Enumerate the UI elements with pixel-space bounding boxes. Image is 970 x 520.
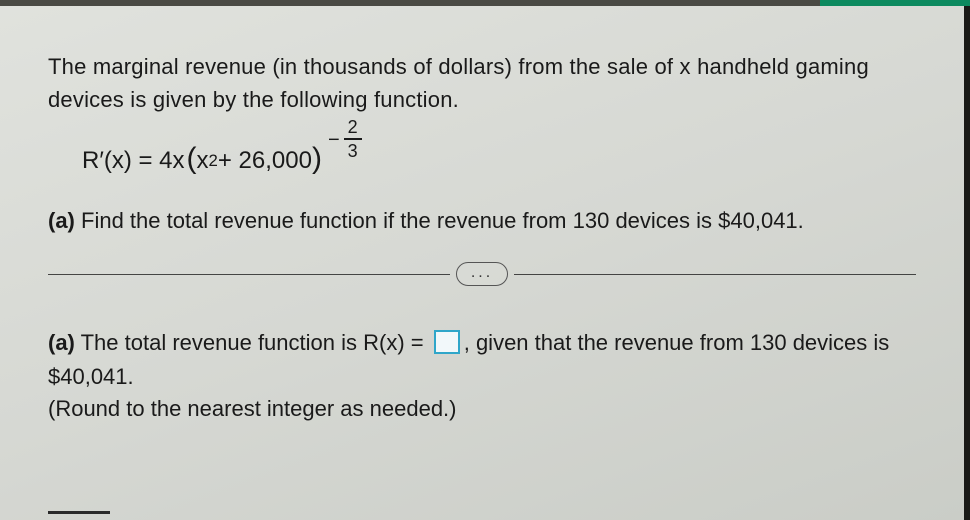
part-a-text: Find the total revenue function if the r… — [75, 208, 804, 233]
separator-line-left — [48, 274, 450, 275]
formula-paren-close: ) — [312, 142, 322, 176]
answer-sentence: (a) The total revenue function is R(x) =… — [48, 326, 916, 394]
formula-outer-exponent: − 2 3 — [328, 118, 362, 160]
separator-row: ... — [48, 262, 916, 286]
formula-plus-constant: + 26,000 — [218, 147, 312, 175]
answer-before-box: The total revenue function is R(x) = — [75, 330, 430, 355]
formula-x-exponent: 2 — [209, 151, 218, 171]
exp-neg-sign: − — [328, 129, 340, 152]
question-intro: The marginal revenue (in thousands of do… — [48, 50, 916, 116]
formula-paren-open: ( — [187, 142, 197, 176]
problem-sheet: The marginal revenue (in thousands of do… — [0, 0, 970, 520]
bottom-accent — [48, 511, 110, 514]
formula-lhs: R′(x) = 4x — [82, 147, 185, 175]
round-note: (Round to the nearest integer as needed.… — [48, 396, 916, 422]
part-a-label: (a) — [48, 208, 75, 233]
formula-x: x — [197, 147, 209, 175]
exp-denominator: 3 — [344, 140, 362, 160]
answer-label: (a) — [48, 330, 75, 355]
separator-line-right — [514, 274, 916, 275]
exp-fraction: 2 3 — [344, 118, 362, 160]
part-a-prompt: (a) Find the total revenue function if t… — [48, 208, 916, 234]
more-button[interactable]: ... — [456, 262, 508, 286]
formula: R′(x) = 4x ( x2 + 26,000 ) − 2 3 — [82, 140, 916, 182]
exp-numerator: 2 — [344, 118, 362, 138]
answer-input[interactable] — [434, 330, 460, 354]
